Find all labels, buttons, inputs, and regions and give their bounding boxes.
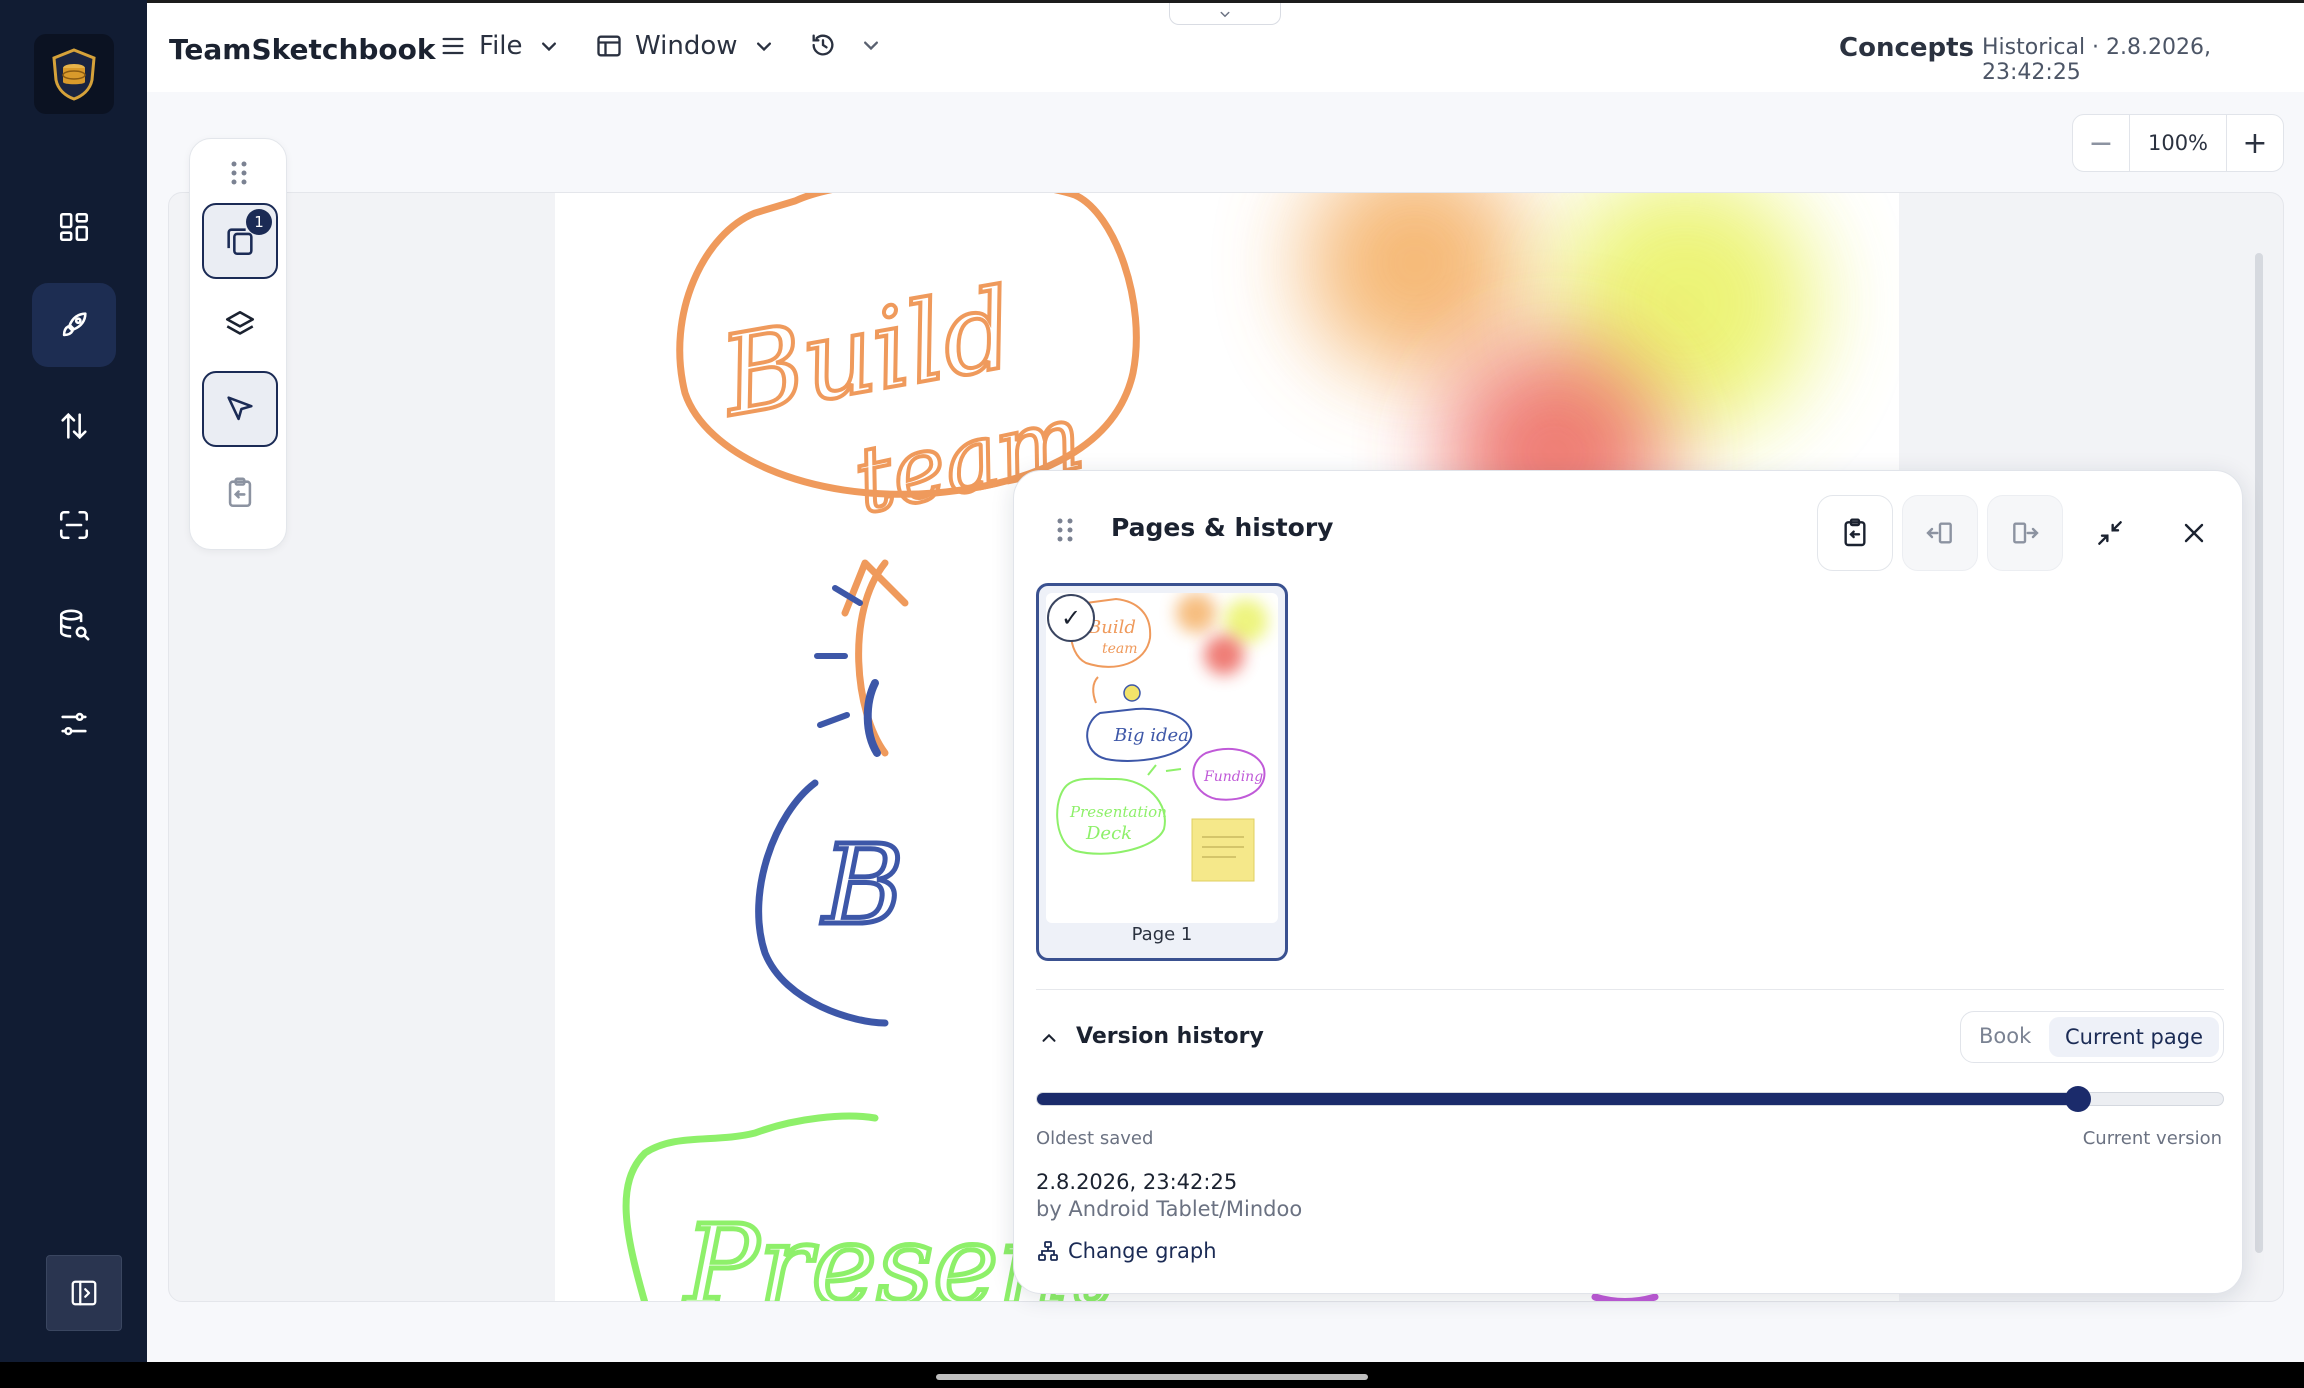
pages-count-badge: 1 <box>246 209 272 235</box>
top-bar: TeamSketchbook File Window Concepts Hist… <box>147 0 2304 92</box>
page-thumbnail-preview: Build team Big idea Funding Presentation… <box>1046 593 1278 923</box>
file-menu-label: File <box>479 31 523 61</box>
svg-text:Presentation: Presentation <box>1069 803 1167 821</box>
home-indicator[interactable] <box>936 1374 1368 1380</box>
scan-frame-icon <box>59 510 89 540</box>
clipboard-import-icon <box>1844 518 1866 547</box>
version-slider-handle[interactable] <box>2065 1086 2091 1112</box>
paste-page-button[interactable] <box>1817 495 1893 571</box>
history-scope-toggle: Book Current page <box>1960 1011 2224 1063</box>
panel-title: Pages & history <box>1111 513 1334 542</box>
svg-text:Big idea: Big idea <box>1113 725 1189 746</box>
zoom-in-button[interactable]: + <box>2227 115 2283 171</box>
version-history-title[interactable]: Version history <box>1076 1024 1264 1049</box>
orange-arrow <box>841 559 909 757</box>
zoom-level[interactable]: 100% <box>2129 115 2227 171</box>
historical-status: Historical · 2.8.2026, 23:42:25 <box>1982 35 2211 85</box>
svg-text:B: B <box>821 821 904 949</box>
zoom-control: − 100% + <box>2072 114 2284 172</box>
scope-book-option[interactable]: Book <box>1979 1024 2031 1048</box>
shield-logo-icon <box>52 48 96 101</box>
system-nav-bar <box>0 1362 2304 1388</box>
version-slider[interactable] <box>1036 1086 2224 1112</box>
oldest-saved-label: Oldest saved <box>1036 1128 1154 1149</box>
launch-nav-button[interactable] <box>32 283 116 367</box>
app-title: TeamSketchbook <box>169 33 436 66</box>
scope-current-page-option[interactable]: Current page <box>2049 1017 2219 1057</box>
file-menu[interactable]: File <box>439 31 563 61</box>
select-tool-button[interactable] <box>202 371 278 447</box>
window-menu-label: Window <box>635 31 738 61</box>
canvas-scrollbar[interactable] <box>2255 253 2263 1253</box>
rocket-icon <box>62 312 87 337</box>
graph-nodes-icon <box>1038 1241 1058 1261</box>
chevron-down-icon <box>864 41 878 51</box>
database-search-icon <box>59 609 90 641</box>
pull-down-tab[interactable] <box>1169 3 1281 25</box>
pointer-arrow-icon <box>227 396 253 421</box>
selected-check[interactable]: ✓ <box>1047 594 1095 642</box>
pages-history-panel: Pages & history ✓ Build team Big idea Fu… <box>1013 470 2243 1294</box>
arrow-right-panel-icon <box>2013 522 2039 544</box>
drag-handle-icon[interactable] <box>228 159 250 187</box>
sync-nav-button[interactable] <box>32 384 116 468</box>
dock-right-button[interactable] <box>1987 495 2063 571</box>
history-icon <box>812 34 834 56</box>
scan-nav-button[interactable] <box>32 483 116 567</box>
svg-text:Deck: Deck <box>1085 823 1132 844</box>
close-icon <box>2184 523 2204 543</box>
window-layout-icon <box>597 35 621 57</box>
chevron-up-icon[interactable] <box>1038 1027 1060 1049</box>
page-label: Page 1 <box>1131 924 1193 945</box>
current-version-label: Current version <box>2082 1128 2222 1149</box>
close-panel-button[interactable] <box>2156 495 2232 571</box>
app-logo[interactable] <box>34 34 114 114</box>
sliders-icon <box>61 712 87 736</box>
drag-handle-icon[interactable] <box>1056 517 1074 543</box>
page-thumbnail[interactable]: ✓ Build team Big idea Funding Presentati… <box>1036 583 1288 961</box>
tool-palette: 1 <box>189 138 287 550</box>
paste-tool-button[interactable] <box>202 455 278 531</box>
layers-icon <box>225 310 255 335</box>
dock-left-button[interactable] <box>1902 495 1978 571</box>
project-name[interactable]: Concepts <box>1839 33 1974 63</box>
window-menu[interactable]: Window <box>595 31 778 61</box>
left-rail <box>0 0 147 1362</box>
toggle-sidebar-button[interactable] <box>46 1255 122 1331</box>
panel-divider <box>1036 989 2224 990</box>
orange-blob <box>1305 193 1525 373</box>
collapse-arrows-icon <box>2098 521 2122 545</box>
chevron-down-icon <box>756 42 771 52</box>
database-search-nav-button[interactable] <box>32 583 116 667</box>
zoom-out-button[interactable]: − <box>2073 115 2129 171</box>
svg-text:team: team <box>1102 641 1138 657</box>
hamburger-icon <box>442 37 464 55</box>
svg-text:Funding: Funding <box>1203 769 1263 785</box>
change-graph-label: Change graph <box>1068 1239 1217 1263</box>
blue-rays <box>814 585 863 728</box>
change-graph-link[interactable]: Change graph <box>1036 1239 1217 1263</box>
dashboard-nav-button[interactable] <box>32 185 116 269</box>
chevron-down-icon <box>1220 11 1230 17</box>
history-menu[interactable] <box>809 31 885 59</box>
clipboard-import-icon <box>228 477 252 508</box>
arrow-left-panel-icon <box>1926 522 1952 544</box>
layers-tool-button[interactable] <box>202 287 278 363</box>
dashboard-grid-icon <box>59 212 89 242</box>
pages-tool-button[interactable]: 1 <box>202 203 278 279</box>
thumbnail-sketch: Build team Big idea Funding Presentation… <box>1056 593 1268 882</box>
sort-arrows-icon <box>61 412 87 440</box>
minimize-panel-button[interactable] <box>2072 495 2148 571</box>
settings-nav-button[interactable] <box>32 682 116 766</box>
sidebar-panel-icon <box>71 1280 97 1306</box>
version-timestamp: 2.8.2026, 23:42:25 <box>1036 1170 1238 1194</box>
chevron-down-icon <box>541 42 556 52</box>
version-author: by Android Tablet/Mindoo <box>1036 1197 1303 1221</box>
version-slider-fill <box>1037 1093 2078 1105</box>
